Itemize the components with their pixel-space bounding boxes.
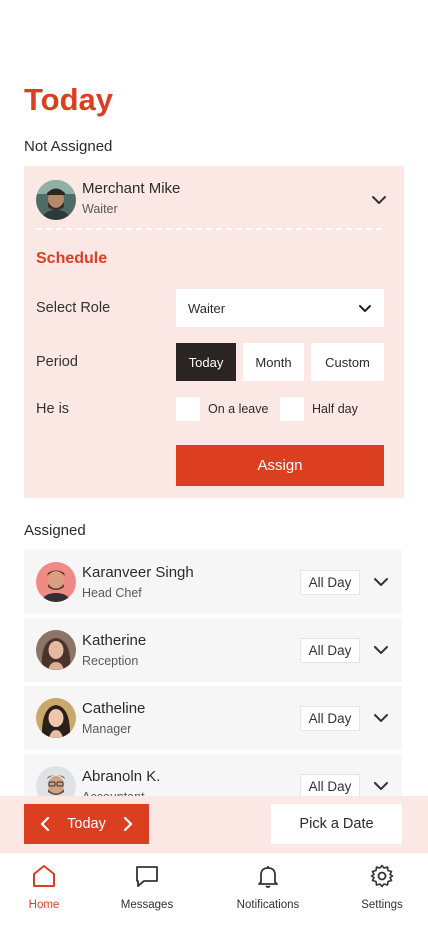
role-select-value: Waiter: [188, 301, 226, 316]
assign-button[interactable]: Assign: [176, 445, 384, 486]
employee-name: Abranoln K.: [82, 768, 161, 785]
pick-date-button[interactable]: Pick a Date: [271, 804, 402, 844]
tab-label: Notifications: [236, 899, 300, 911]
period-custom-button[interactable]: Custom: [311, 343, 384, 381]
half-day-label: Half day: [312, 402, 358, 416]
tab-settings[interactable]: Settings: [337, 861, 427, 913]
employee-name: Karanveer Singh: [82, 564, 194, 581]
period-today-button[interactable]: Today: [176, 343, 236, 381]
tab-home[interactable]: Home: [0, 861, 89, 913]
assigned-heading: Assigned: [24, 522, 86, 539]
gear-icon: [369, 863, 395, 889]
chevron-down-icon[interactable]: [368, 189, 390, 211]
chevron-down-icon[interactable]: [370, 639, 392, 661]
list-item[interactable]: Catheline Manager All Day: [24, 686, 402, 750]
period-month-button[interactable]: Month: [243, 343, 304, 381]
chevron-down-icon[interactable]: [370, 571, 392, 593]
select-role-label: Select Role: [36, 300, 111, 316]
schedule-title: Schedule: [36, 250, 108, 267]
role-select[interactable]: Waiter: [176, 289, 384, 327]
avatar: [36, 698, 76, 738]
employee-role: Head Chef: [82, 586, 142, 600]
not-assigned-heading: Not Assigned: [24, 138, 113, 155]
tab-label: Settings: [361, 899, 403, 911]
he-is-label: He is: [36, 401, 70, 417]
tab-label: Home: [28, 899, 60, 911]
shift-badge[interactable]: All Day: [300, 774, 360, 796]
divider: [36, 228, 382, 230]
date-navigator: Today: [24, 804, 149, 844]
avatar: [36, 180, 76, 220]
tab-notifications[interactable]: Notifications: [223, 861, 313, 913]
list-item[interactable]: Katherine Reception All Day: [24, 618, 402, 682]
bell-icon: [255, 863, 281, 889]
employee-role: Waiter: [82, 202, 118, 216]
period-label: Period: [36, 354, 78, 370]
unassigned-employee-card: Merchant Mike Waiter Schedule Select Rol…: [24, 166, 404, 498]
message-icon: [134, 863, 160, 889]
list-item[interactable]: Karanveer Singh Head Chef All Day: [24, 550, 402, 614]
chevron-right-icon[interactable]: [119, 814, 137, 834]
chevron-down-icon: [354, 297, 376, 319]
employee-role: Reception: [82, 654, 139, 668]
avatar: [36, 562, 76, 602]
avatar: [36, 766, 76, 796]
assigned-list[interactable]: Karanveer Singh Head Chef All Day Kather…: [24, 550, 402, 796]
half-day-checkbox[interactable]: [280, 397, 304, 421]
tab-messages[interactable]: Messages: [102, 861, 192, 913]
shift-badge[interactable]: All Day: [300, 706, 360, 731]
employee-name: Catheline: [82, 700, 146, 717]
list-item[interactable]: Abranoln K. Accountant All Day: [24, 754, 402, 796]
employee-name: Katherine: [82, 632, 147, 649]
on-leave-label: On a leave: [208, 402, 269, 416]
on-leave-checkbox[interactable]: [176, 397, 200, 421]
tab-label: Messages: [120, 899, 174, 911]
employee-name: Merchant Mike: [82, 180, 181, 197]
shift-badge[interactable]: All Day: [300, 570, 360, 595]
avatar: [36, 630, 76, 670]
date-bar: Today Pick a Date: [0, 796, 428, 853]
employee-role: Manager: [82, 722, 132, 736]
employee-card-header[interactable]: Merchant Mike Waiter: [36, 180, 392, 220]
home-icon: [31, 863, 57, 889]
chevron-down-icon[interactable]: [370, 775, 392, 796]
shift-badge[interactable]: All Day: [300, 638, 360, 663]
page-title: Today: [24, 82, 113, 117]
chevron-down-icon[interactable]: [370, 707, 392, 729]
bottom-tab-bar: Home Messages Notifications Settings: [0, 853, 428, 926]
